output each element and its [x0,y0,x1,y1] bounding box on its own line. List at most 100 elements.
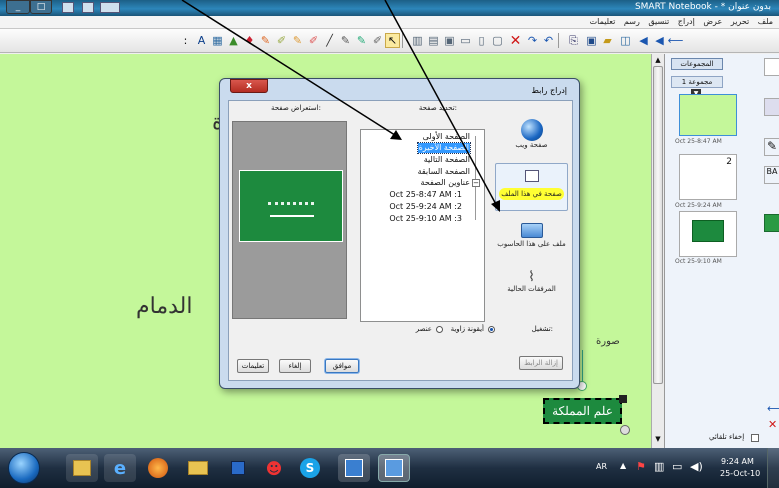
sorter-bottom-red-icon[interactable]: ✕ [768,418,777,431]
sorter-tab-gallery-icon[interactable] [764,98,779,116]
clock-date[interactable]: 25-Oct-10 [720,469,760,478]
object-radio[interactable] [436,326,443,333]
toolbar-overflow-icon[interactable]: : [178,33,193,48]
clock-time[interactable]: 9:24 AM [721,457,754,466]
menu-view[interactable]: عرض [703,17,722,26]
tree-item-page-1[interactable]: Oct 25-8:47 AM :1 [389,190,462,200]
tree-item-next-page[interactable]: الصفحة التالية [424,155,470,165]
tree-item-page-titles[interactable]: عناوين الصفحة [421,178,470,188]
text-tool-icon[interactable]: A [194,33,209,48]
menu-help[interactable]: تعليمات [590,17,616,26]
maximize-button[interactable]: □ [30,0,52,14]
previous-page-arrow-icon[interactable]: ⟵ [668,33,684,48]
undo-icon[interactable]: ↶ [541,33,556,48]
tree-item-previous-page[interactable]: الصفحة السابقة [418,167,470,177]
magic-pen-icon[interactable]: ✐ [274,33,289,48]
pen-icon[interactable]: ✎ [338,33,353,48]
taskbar-folder-icon[interactable] [182,454,214,482]
previous-page-icon[interactable]: ◀ [652,33,667,48]
menu-edit[interactable]: تحرير [731,17,749,26]
tray-expand-icon[interactable]: ▲ [620,461,626,470]
table-view-icon[interactable]: ▥ [410,33,425,48]
corner-icon-radio[interactable] [488,326,495,333]
tree-item-page-2[interactable]: Oct 25-9:24 AM :2 [389,202,462,212]
option-page-in-file[interactable]: صفحة في هذا الملف [495,163,568,211]
tray-volume-icon[interactable]: ◀) [690,460,703,473]
object-menu-icon[interactable] [619,395,627,403]
slide-thumbnail-2[interactable]: 2 [679,154,737,200]
resize-handle[interactable] [620,425,630,435]
taskbar-explorer-icon[interactable] [66,454,98,482]
dual-page-icon[interactable]: ▢ [490,33,505,48]
city-text[interactable]: الدمام [136,294,192,319]
menu-file[interactable]: ملف [758,17,773,26]
flag-caption-box[interactable]: علم المملكة [543,398,622,424]
slide-thumbnail-1[interactable] [679,94,737,136]
fill-tool-icon[interactable]: ♦ [242,33,257,48]
remove-link-button[interactable]: إزالة الرابط [519,356,563,370]
taskbar-firefox-icon[interactable] [142,454,174,482]
shape-tool-icon[interactable]: ▲ [226,33,241,48]
canvas-scrollbar[interactable]: ▲ ▼ [651,54,664,448]
screen-shade-icon[interactable]: ▣ [442,33,457,48]
next-page-icon[interactable]: ◀ [636,33,651,48]
sorter-tab-pages-icon[interactable] [764,58,779,76]
tray-display-icon[interactable]: ▭ [672,460,682,473]
eraser-icon[interactable]: ✐ [306,33,321,48]
sorter-bottom-arrow-icon[interactable]: ⟵ [767,402,779,415]
highlighter-icon[interactable]: ✎ [290,33,305,48]
save-icon[interactable]: ▣ [584,33,599,48]
paste-icon[interactable]: ⎘ [566,33,581,48]
menu-insert[interactable]: إدراج [678,17,695,26]
show-desktop-button[interactable] [767,448,779,488]
language-indicator[interactable]: AR [596,462,607,471]
start-button-icon[interactable] [8,452,40,484]
creative-pen-icon[interactable]: ✎ [258,33,273,48]
help-button[interactable]: تعليمات [237,359,269,373]
quick-access-save-icon[interactable] [62,2,74,13]
scroll-thumb[interactable] [653,66,663,384]
quick-access-undo-icon[interactable] [82,2,94,13]
taskbar-notebook-active-icon[interactable] [378,454,410,482]
sorter-tab-properties-icon[interactable]: BA [764,166,779,184]
tree-item-last-page[interactable]: الصفحة الأخيرة [416,142,472,154]
taskbar-ie-icon[interactable]: e [104,454,136,482]
pen-color-icon[interactable]: ✎ [354,33,369,48]
ok-button[interactable]: موافق [325,359,359,373]
slide-thumbnail-3[interactable] [679,211,737,257]
scroll-down-arrow-icon[interactable]: ▼ [653,435,663,443]
pencil-icon[interactable]: ✐ [370,33,385,48]
picture-label[interactable]: صورة [596,336,620,347]
auto-hide-checkbox[interactable] [751,434,759,442]
menu-draw[interactable]: رسم [624,17,640,26]
tray-network-icon[interactable]: ▥ [654,460,664,473]
taskbar-skype-icon[interactable]: S [294,454,326,482]
open-folder-icon[interactable]: ▰ [600,33,615,48]
taskbar-media-icon[interactable] [222,454,254,482]
page-tree[interactable]: الصفحة الأولى الصفحة الأخيرة الصفحة التا… [360,129,485,322]
display-icon[interactable]: ▭ [458,33,473,48]
quick-access-dropdown-icon[interactable] [100,2,120,13]
sorter-tab-addon-icon[interactable] [764,214,779,232]
redo-icon[interactable]: ↷ [525,33,540,48]
minimize-button[interactable]: _ [6,0,30,14]
add-page-icon[interactable]: ◫ [618,33,633,48]
sorter-tab[interactable]: المجموعات [671,58,723,70]
table-tool-icon[interactable]: ▦ [210,33,225,48]
line-tool-icon[interactable]: ╱ [322,33,337,48]
sorter-group-bar[interactable]: 1 مجموعة [671,76,723,88]
tray-flag-icon[interactable]: ⚑ [636,460,646,473]
full-screen-icon[interactable]: ▯ [474,33,489,48]
option-attachments[interactable]: ⌇ المرفقات الحالية [495,267,568,309]
taskbar-messenger-icon[interactable]: ☻ [258,454,290,482]
dialog-close-button[interactable]: x [230,79,268,93]
cancel-button[interactable]: إلغاء [279,359,311,373]
option-file-on-computer[interactable]: ملف على هذا الحاسوب [495,219,568,261]
tree-item-page-3[interactable]: Oct 25-9:10 AM :3 [389,214,462,224]
tree-item-first-page[interactable]: الصفحة الأولى [423,132,470,142]
scroll-up-arrow-icon[interactable]: ▲ [653,56,663,64]
delete-icon[interactable]: ✕ [508,33,523,48]
screen-capture-icon[interactable]: ▤ [426,33,441,48]
menu-format[interactable]: تنسيق [648,17,669,26]
option-web-page[interactable]: صفحة ويب [495,117,568,161]
